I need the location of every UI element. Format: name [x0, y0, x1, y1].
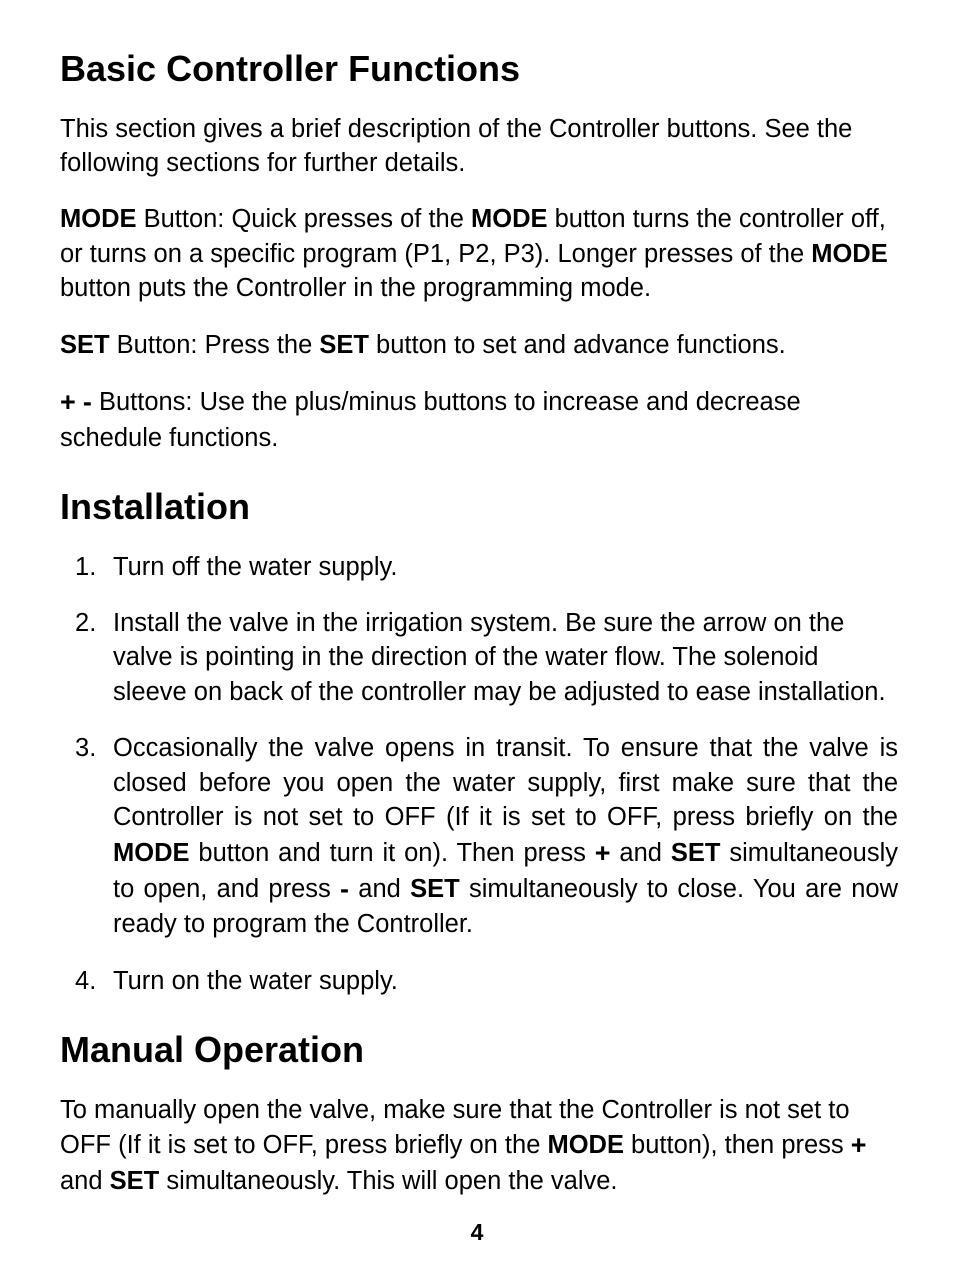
set-label: SET [671, 839, 721, 867]
installation-steps: Turn off the water supply. Install the v… [60, 550, 898, 999]
text: Button: Quick presses of the [137, 205, 472, 233]
step-1: Turn off the water supply. [113, 550, 898, 584]
intro-paragraph: This section gives a brief description o… [60, 112, 898, 181]
text: button and turn it on). Then press [190, 839, 595, 867]
text: and [349, 875, 410, 903]
plus-icon: + [851, 1130, 867, 1160]
page-number: 4 [0, 1217, 954, 1248]
set-paragraph: SET Button: Press the SET button to set … [60, 328, 898, 362]
text: Button: Press the [110, 331, 320, 359]
text: and [60, 1167, 110, 1195]
set-label: SET [110, 1167, 160, 1195]
mode-label: MODE [471, 205, 548, 233]
mode-label: MODE [547, 1131, 624, 1159]
mode-paragraph: MODE Button: Quick presses of the MODE b… [60, 202, 898, 305]
plusminus-paragraph: + - Buttons: Use the plus/minus buttons … [60, 384, 898, 455]
heading-basic: Basic Controller Functions [60, 45, 898, 94]
heading-installation: Installation [60, 483, 898, 532]
text: button puts the Controller in the progra… [60, 274, 651, 302]
text: button to set and advance functions. [369, 331, 786, 359]
step-4: Turn on the water supply. [113, 964, 898, 998]
mode-label: MODE [60, 205, 137, 233]
plus-icon: + [60, 387, 76, 417]
manual-paragraph: To manually open the valve, make sure th… [60, 1093, 898, 1198]
text: simultaneously. This will open the valve… [159, 1167, 617, 1195]
plus-icon: + [595, 838, 611, 868]
step-2: Install the valve in the irrigation syst… [113, 606, 898, 709]
set-label: SET [319, 331, 369, 359]
set-label: SET [60, 331, 110, 359]
text: and [611, 839, 671, 867]
heading-manual: Manual Operation [60, 1026, 898, 1075]
text: Buttons: Use the plus/minus buttons to i… [60, 388, 801, 451]
set-label: SET [410, 875, 460, 903]
minus-icon: - [340, 874, 349, 904]
step-3: Occasionally the valve opens in transit.… [113, 731, 898, 942]
mode-label: MODE [811, 240, 888, 268]
mode-label: MODE [113, 839, 190, 867]
text: Occasionally the valve opens in transit.… [113, 734, 898, 831]
minus-icon: - [83, 387, 92, 417]
document-page: Basic Controller Functions This section … [0, 0, 954, 1276]
text: button), then press [624, 1131, 851, 1159]
